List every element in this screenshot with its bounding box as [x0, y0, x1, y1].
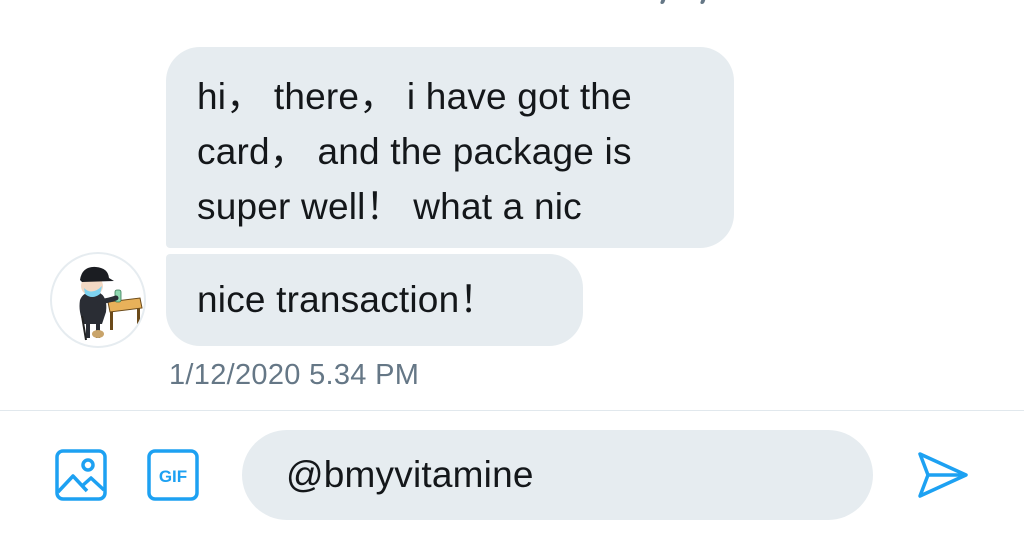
cropped-header-fragment [640, 0, 760, 6]
send-icon [918, 452, 968, 498]
send-button[interactable] [914, 446, 972, 504]
user-avatar-cartoon-icon [79, 266, 143, 341]
received-message-bubble[interactable]: hi， there， i have got the card， and the … [166, 47, 734, 248]
add-gif-button[interactable]: GIF [146, 448, 200, 502]
avatar[interactable] [50, 252, 146, 348]
message-line: super well！ what a nic [197, 186, 582, 227]
message-timestamp: 1/12/2020 5.34 PM [169, 359, 420, 391]
gif-label: GIF [159, 467, 187, 486]
message-text: nice transaction！ [197, 279, 497, 320]
composer-divider [0, 410, 1024, 411]
message-input-value: @bmyvitamine [286, 454, 534, 495]
message-line: hi， there， i have got the [197, 76, 632, 117]
message-line: card， and the package is [197, 131, 632, 172]
add-image-button[interactable] [54, 448, 108, 502]
message-input[interactable]: @bmyvitamine [242, 430, 873, 520]
gif-icon: GIF [147, 449, 199, 501]
image-icon [55, 449, 107, 501]
dm-conversation-screen: hi， there， i have got the card， and the … [0, 0, 1024, 540]
received-message-bubble[interactable]: nice transaction！ [166, 254, 583, 346]
